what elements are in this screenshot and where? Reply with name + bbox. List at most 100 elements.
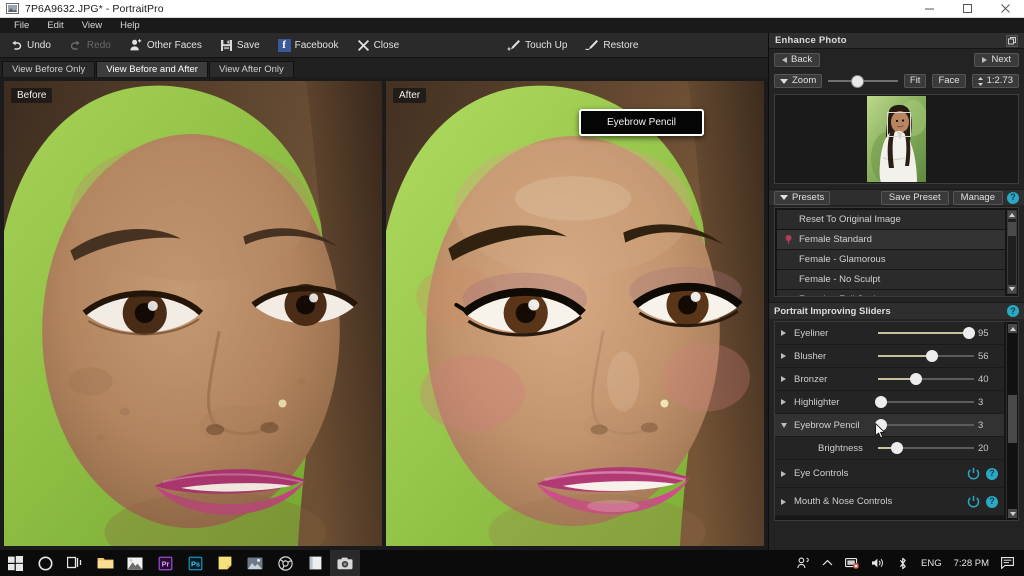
- menu-file[interactable]: File: [5, 18, 38, 33]
- language-indicator[interactable]: ENG: [915, 550, 948, 576]
- slider-row-bronzer[interactable]: Bronzer 40: [775, 368, 1004, 391]
- zoom-face-button[interactable]: Face: [932, 74, 966, 88]
- other-faces-button[interactable]: Other Faces: [120, 33, 211, 58]
- scroll-down-arrow-icon[interactable]: [1008, 285, 1016, 293]
- clock[interactable]: 7:28 PM: [948, 550, 995, 576]
- network-icon[interactable]: [839, 550, 865, 576]
- preset-item[interactable]: Female - Full Sculpt: [777, 290, 1005, 296]
- slider-knob[interactable]: [963, 327, 976, 339]
- menu-help[interactable]: Help: [111, 18, 149, 33]
- eye-controls-help-icon[interactable]: ?: [986, 467, 998, 480]
- close-icon[interactable]: [986, 0, 1024, 18]
- power-toggle-icon[interactable]: [967, 467, 980, 480]
- slider-track[interactable]: [878, 326, 976, 340]
- expand-arrow-icon[interactable]: [781, 498, 794, 505]
- task-view-icon[interactable]: [60, 550, 90, 576]
- scroll-down-arrow-icon[interactable]: [1008, 509, 1017, 518]
- slider-knob[interactable]: [925, 350, 938, 362]
- before-pane[interactable]: Before: [4, 81, 382, 546]
- navigator-face-rect[interactable]: [887, 112, 911, 137]
- preset-item[interactable]: Reset To Original Image: [777, 210, 1005, 229]
- expand-arrow-icon[interactable]: [781, 376, 794, 382]
- slider-track[interactable]: [878, 349, 974, 363]
- tab-view-after-only[interactable]: View After Only: [208, 61, 294, 77]
- slider-row-highlighter[interactable]: Highlighter 3: [775, 391, 1004, 414]
- expand-arrow-icon[interactable]: [781, 399, 794, 405]
- close-photo-button[interactable]: Close: [348, 33, 409, 58]
- zoom-fit-button[interactable]: Fit: [903, 74, 927, 88]
- maximize-icon[interactable]: [948, 0, 986, 18]
- after-pane[interactable]: After Eyebrow Pencil: [386, 81, 764, 546]
- slider-knob[interactable]: [891, 442, 904, 454]
- book-icon[interactable]: [300, 550, 330, 576]
- sliders-scroll-thumb[interactable]: [1008, 395, 1017, 443]
- tab-view-before-and-after[interactable]: View Before and After: [96, 61, 208, 77]
- presets-dropdown[interactable]: Presets: [774, 190, 831, 205]
- slider-row-blusher[interactable]: Blusher 56: [775, 345, 1004, 368]
- presets-help-icon[interactable]: ?: [1007, 191, 1019, 204]
- slider-row-mouth-nose-controls[interactable]: Mouth & Nose Controls ?: [775, 488, 1004, 516]
- minimize-icon[interactable]: [910, 0, 948, 18]
- show-hidden-icons-icon[interactable]: [816, 550, 839, 576]
- restore-button[interactable]: Restore: [576, 33, 647, 58]
- touch-up-button[interactable]: Touch Up: [498, 33, 576, 58]
- chrome-icon[interactable]: [270, 550, 300, 576]
- premiere-pro-icon[interactable]: Pr: [150, 550, 180, 576]
- slider-track[interactable]: [874, 395, 974, 409]
- facebook-button[interactable]: f Facebook: [269, 33, 348, 58]
- tab-view-before-only[interactable]: View Before Only: [2, 61, 96, 77]
- expand-arrow-icon[interactable]: [781, 353, 794, 359]
- scroll-up-arrow-icon[interactable]: [1008, 211, 1016, 219]
- presets-scrollbar[interactable]: [1007, 210, 1017, 294]
- menu-view[interactable]: View: [73, 18, 111, 33]
- presets-scroll-thumb[interactable]: [1008, 222, 1016, 236]
- next-button[interactable]: Next: [974, 53, 1019, 67]
- preset-item[interactable]: Female - Glamorous: [777, 250, 1005, 269]
- sliders-scrollbar[interactable]: [1006, 323, 1017, 519]
- scroll-up-arrow-icon[interactable]: [1008, 324, 1017, 333]
- mouth-nose-help-icon[interactable]: ?: [986, 495, 998, 508]
- preset-item[interactable]: Female - No Sculpt: [777, 270, 1005, 289]
- bluetooth-icon[interactable]: [891, 550, 915, 576]
- photoshop-icon[interactable]: Ps: [180, 550, 210, 576]
- back-button[interactable]: Back: [774, 53, 821, 67]
- zoom-slider[interactable]: [828, 75, 898, 87]
- camera-app-icon[interactable]: [330, 550, 360, 576]
- slider-track[interactable]: [874, 418, 974, 432]
- cortana-circle-icon[interactable]: [30, 550, 60, 576]
- slider-track[interactable]: [878, 441, 974, 455]
- zoom-slider-knob[interactable]: [852, 76, 864, 87]
- slider-row-eyebrow-pencil[interactable]: Eyebrow Pencil 3: [775, 414, 1004, 439]
- presets-list[interactable]: Reset To Original Image Female Standard …: [774, 207, 1019, 297]
- collapse-arrow-icon[interactable]: [781, 422, 794, 428]
- photos-icon[interactable]: [120, 550, 150, 576]
- volume-icon[interactable]: [865, 550, 891, 576]
- redo-button[interactable]: Redo: [60, 33, 120, 58]
- expand-arrow-icon[interactable]: [781, 470, 794, 477]
- preset-item[interactable]: Female Standard: [777, 230, 1005, 249]
- slider-row-eye-controls[interactable]: Eye Controls ?: [775, 460, 1004, 488]
- slider-knob[interactable]: [874, 396, 887, 408]
- slider-track[interactable]: [878, 372, 974, 386]
- zoom-ratio-field[interactable]: 1:2.73: [971, 74, 1019, 88]
- expand-arrow-icon[interactable]: [781, 330, 794, 336]
- people-icon[interactable]: [791, 550, 816, 576]
- panel-window-icon[interactable]: [1006, 34, 1018, 47]
- manage-presets-button[interactable]: Manage: [952, 190, 1003, 205]
- windows-start-icon[interactable]: [0, 550, 30, 576]
- action-center-icon[interactable]: [995, 550, 1020, 576]
- picture-app-icon[interactable]: [240, 550, 270, 576]
- save-preset-button[interactable]: Save Preset: [880, 190, 949, 205]
- sticky-notes-icon[interactable]: [210, 550, 240, 576]
- power-toggle-icon[interactable]: [967, 495, 980, 508]
- menu-edit[interactable]: Edit: [38, 18, 72, 33]
- slider-knob[interactable]: [910, 373, 923, 385]
- slider-row-eyeliner[interactable]: Eyeliner 95: [775, 322, 1004, 345]
- slider-row-brightness[interactable]: Brightness 20: [775, 437, 1004, 460]
- undo-button[interactable]: Undo: [0, 33, 60, 58]
- zoom-dropdown[interactable]: Zoom: [774, 74, 823, 88]
- slider-knob[interactable]: [874, 419, 887, 431]
- file-explorer-icon[interactable]: [90, 550, 120, 576]
- sliders-help-icon[interactable]: ?: [1007, 305, 1019, 317]
- save-button[interactable]: Save: [211, 33, 269, 58]
